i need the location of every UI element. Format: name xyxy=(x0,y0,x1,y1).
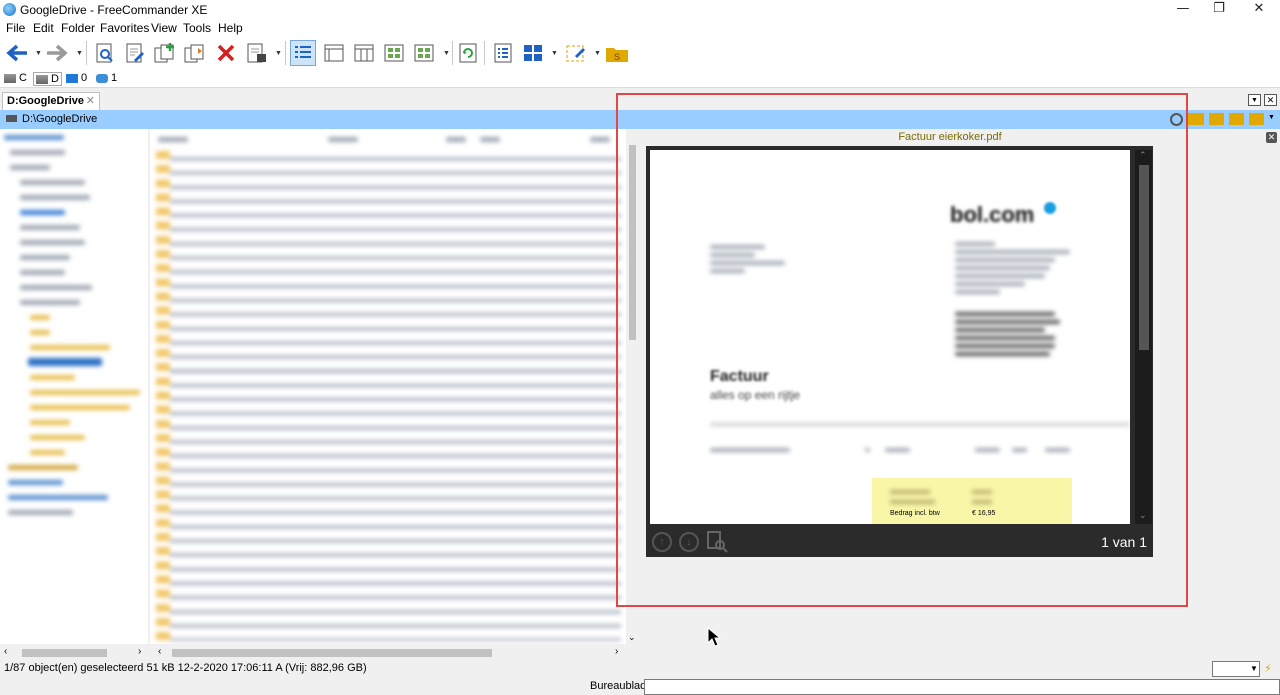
view-tiles-button[interactable] xyxy=(411,40,437,66)
tab-label: D:GoogleDrive xyxy=(7,95,85,107)
close-button[interactable]: ✕ xyxy=(1240,0,1278,20)
menu-file[interactable]: File xyxy=(6,21,25,35)
edit-file-button[interactable] xyxy=(122,40,148,66)
menu-view[interactable]: View xyxy=(151,21,177,35)
tiles-view-icon xyxy=(414,44,434,62)
scroll-right-icon[interactable]: › xyxy=(138,646,141,657)
view-details-button[interactable] xyxy=(290,40,316,66)
edit-layout-icon xyxy=(566,45,585,62)
edit-layout-button[interactable] xyxy=(563,40,589,66)
copy-button[interactable] xyxy=(152,40,178,66)
preview-close-icon[interactable]: ✕ xyxy=(1266,132,1277,143)
favorites-folder-button[interactable]: S xyxy=(604,40,630,66)
view-dropdown-icon[interactable]: ▼ xyxy=(443,50,450,57)
view-list-button[interactable] xyxy=(321,40,347,66)
delete-button[interactable] xyxy=(213,40,239,66)
menu-edit[interactable]: Edit xyxy=(33,21,54,35)
folder-tree[interactable] xyxy=(0,129,148,644)
minimize-button[interactable]: — xyxy=(1164,0,1202,20)
details-view-icon xyxy=(295,46,311,58)
tab-googledrive[interactable]: D:GoogleDrive ✕ xyxy=(2,92,100,110)
thumbnails-view-icon xyxy=(384,44,404,62)
drive-icon xyxy=(6,115,17,122)
edit-document-icon xyxy=(126,43,144,63)
hard-drive-icon xyxy=(4,73,16,83)
properties-icon xyxy=(247,43,266,63)
layout-button[interactable] xyxy=(520,40,546,66)
drive-1[interactable]: 1 xyxy=(96,72,117,84)
layout-icon xyxy=(524,45,542,61)
copy-icon xyxy=(154,43,174,63)
command-line-label: Bureaublad xyxy=(590,680,647,692)
move-icon xyxy=(184,44,204,63)
status-bar: 1/87 object(en) geselecteerd 51 kB 12-2-… xyxy=(0,660,1280,678)
hard-drive-icon xyxy=(36,74,48,84)
status-filter-select[interactable]: ▼ xyxy=(1212,661,1260,677)
drive-c[interactable]: C xyxy=(4,72,27,84)
file-list-hscrollbar[interactable]: ‹ › xyxy=(150,646,626,660)
refresh-button[interactable] xyxy=(455,40,481,66)
list-view-icon xyxy=(324,44,344,62)
scroll-left-icon[interactable]: ‹ xyxy=(158,646,161,657)
drive-0[interactable]: 0 xyxy=(66,72,87,84)
window-title: GoogleDrive - FreeCommander XE xyxy=(20,3,208,17)
back-arrow-icon xyxy=(6,44,27,62)
current-path: D:\GoogleDrive xyxy=(22,113,98,125)
highlight-box xyxy=(616,93,1188,607)
columns-view-icon xyxy=(354,44,374,62)
tree-hscrollbar[interactable]: ‹ › xyxy=(0,646,150,660)
folder-up-icon[interactable] xyxy=(1209,113,1224,125)
forward-button[interactable] xyxy=(44,40,70,66)
menu-help[interactable]: Help xyxy=(218,21,243,35)
scroll-left-icon[interactable]: ‹ xyxy=(4,646,7,657)
properties-dropdown-icon[interactable]: ▼ xyxy=(275,50,282,57)
drive-bar: C D 0 1 xyxy=(0,70,1280,88)
forward-arrow-icon xyxy=(47,44,68,62)
folder-s-icon: S xyxy=(606,48,628,62)
file-list[interactable] xyxy=(150,129,626,644)
root-folder-icon[interactable] xyxy=(1229,113,1244,125)
back-dropdown-icon[interactable]: ▼ xyxy=(35,50,42,57)
checklist-icon xyxy=(494,43,512,63)
refresh-icon xyxy=(459,43,477,63)
search-document-icon xyxy=(96,43,113,63)
network-icon xyxy=(96,73,108,83)
move-button[interactable] xyxy=(182,40,208,66)
svg-text:S: S xyxy=(614,52,620,62)
desktop-icon xyxy=(66,73,78,83)
menu-favorites[interactable]: Favorites xyxy=(100,21,149,35)
delete-icon xyxy=(217,44,235,62)
properties-button[interactable] xyxy=(244,40,270,66)
menu-bar: File Edit Folder Favorites View Tools He… xyxy=(0,20,1280,36)
chevron-down-icon: ▼ xyxy=(1250,664,1258,673)
forward-dropdown-icon[interactable]: ▼ xyxy=(76,50,83,57)
mouse-cursor-icon xyxy=(707,626,722,650)
tab-close-icon[interactable]: ✕ xyxy=(86,94,95,107)
favorites-folder-icon[interactable] xyxy=(1188,113,1204,125)
edit-layout-dropdown-icon[interactable]: ▼ xyxy=(594,50,601,57)
scroll-down-icon[interactable]: ⌄ xyxy=(628,632,636,643)
view-file-button[interactable] xyxy=(92,40,118,66)
maximize-button[interactable]: ❐ xyxy=(1200,0,1238,20)
folder-tree-icon[interactable] xyxy=(1249,113,1264,125)
back-button[interactable] xyxy=(4,40,30,66)
scroll-right-icon[interactable]: › xyxy=(615,646,618,657)
tab-menu-dropdown-icon[interactable]: ▼ xyxy=(1248,94,1261,106)
view-columns-button[interactable] xyxy=(351,40,377,66)
folder-tree-dropdown-icon[interactable]: ▼ xyxy=(1268,114,1275,121)
layout-dropdown-icon[interactable]: ▼ xyxy=(551,50,558,57)
app-icon xyxy=(3,3,16,16)
checklist-button[interactable] xyxy=(490,40,516,66)
drive-d[interactable]: D xyxy=(33,72,62,86)
title-bar: GoogleDrive - FreeCommander XE — ❐ ✕ xyxy=(0,0,1280,20)
view-thumbnails-button[interactable] xyxy=(381,40,407,66)
menu-tools[interactable]: Tools xyxy=(183,21,211,35)
menu-folder[interactable]: Folder xyxy=(61,21,95,35)
panel-close-icon[interactable]: ✕ xyxy=(1264,94,1277,106)
command-line-input[interactable] xyxy=(644,679,1280,695)
toolbar: ▼ ▼ ▼ ▼ ▼ ▼ S xyxy=(0,36,1280,70)
lightning-icon[interactable]: ⚡ xyxy=(1264,662,1272,675)
status-text: 1/87 object(en) geselecteerd 51 kB 12-2-… xyxy=(4,662,367,674)
